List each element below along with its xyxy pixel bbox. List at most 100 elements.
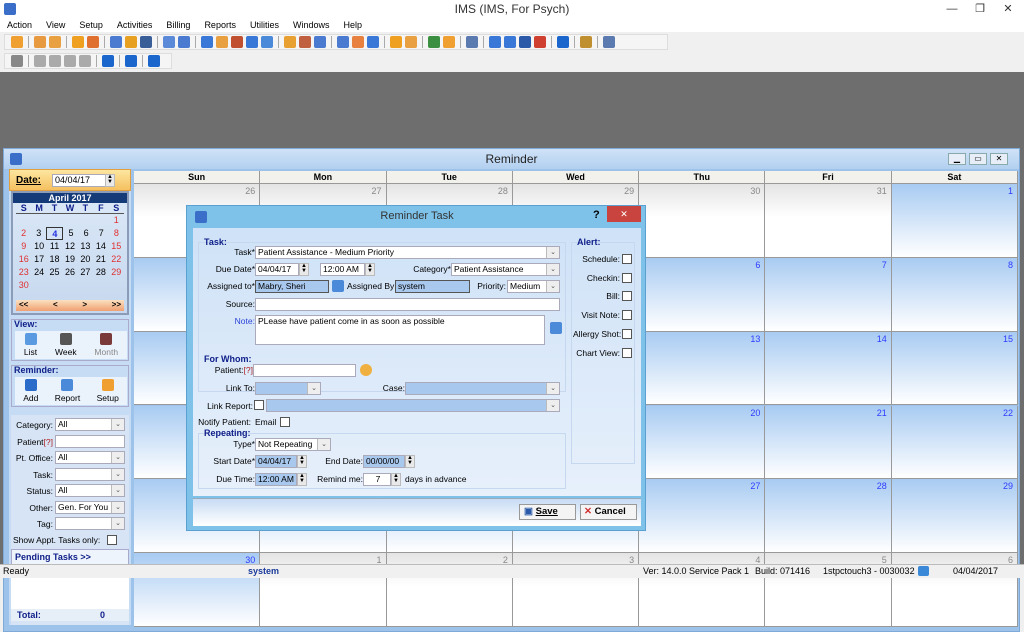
mini-cal-day[interactable]: 8 xyxy=(109,227,124,240)
chart-report-icon[interactable] xyxy=(428,36,440,48)
mini-cal-day[interactable]: 15 xyxy=(109,240,124,253)
billing-payment-icon[interactable] xyxy=(246,36,258,48)
alert-checkbox[interactable] xyxy=(622,254,632,264)
restore-button[interactable]: ❐ xyxy=(966,0,994,18)
due-time-spinner[interactable]: ▲ ▼ xyxy=(365,263,375,276)
alert-checkbox[interactable] xyxy=(622,347,632,358)
menu-setup[interactable]: Setup xyxy=(72,18,110,32)
exit-icon[interactable] xyxy=(603,36,615,48)
mini-cal-day[interactable]: 26 xyxy=(62,266,77,279)
alert-checkbox[interactable] xyxy=(622,291,632,302)
dialog-close-button[interactable]: ✕ xyxy=(607,206,641,222)
menu-billing[interactable]: Billing xyxy=(159,18,197,32)
due-time2-input[interactable]: 12:00 AM xyxy=(255,473,297,486)
calendar-day-cell[interactable]: 22 xyxy=(891,405,1018,480)
first-record-icon[interactable] xyxy=(34,55,46,67)
view-month-button[interactable]: Month xyxy=(94,331,118,359)
calendar-day-cell[interactable]: 28 xyxy=(765,479,892,554)
due-time-input[interactable]: 12:00 AM xyxy=(320,263,365,276)
refresh-doc-icon[interactable] xyxy=(489,36,501,48)
tag-filter-select[interactable]: ⌄ xyxy=(55,517,125,530)
window-restore-button[interactable]: ▭ xyxy=(969,153,987,165)
note-textarea[interactable]: PLease have patient come in as soon as p… xyxy=(255,315,545,345)
mini-cal-day[interactable]: 25 xyxy=(47,266,62,279)
menu-action[interactable]: Action xyxy=(0,18,39,32)
refresh-icon[interactable] xyxy=(102,55,114,67)
alert-checkbox[interactable] xyxy=(622,272,632,283)
menu-windows[interactable]: Windows xyxy=(286,18,337,32)
other-filter-select[interactable]: Gen. For You ⌄ xyxy=(55,500,125,514)
task-select[interactable]: Patient Assistance - Medium Priority ⌄ xyxy=(255,246,560,259)
billing-doc-icon[interactable] xyxy=(216,36,228,48)
mini-cal-day[interactable]: 6 xyxy=(79,227,94,240)
mini-cal-day[interactable]: 4 xyxy=(46,227,64,240)
window-minimize-button[interactable]: ▁ xyxy=(948,153,966,165)
calendar-day-cell[interactable]: 30 xyxy=(639,184,766,258)
date-spinner[interactable]: ▲ ▼ xyxy=(105,174,115,187)
schedule-icon[interactable] xyxy=(299,36,311,48)
assigned-to-field[interactable]: Mabry, Sheri xyxy=(255,280,329,293)
mini-cal-day[interactable]: 10 xyxy=(31,240,46,253)
calendar-day-cell[interactable]: 20 xyxy=(639,405,766,480)
calendar-day-cell[interactable]: 1 xyxy=(891,184,1018,258)
letter-icon[interactable] xyxy=(314,36,326,48)
close-button[interactable]: ✕ xyxy=(994,0,1022,18)
patient-input[interactable] xyxy=(253,364,356,377)
mini-cal-day[interactable]: 23 xyxy=(16,266,31,279)
billing-user-icon[interactable] xyxy=(261,36,273,48)
mini-cal-day[interactable]: 29 xyxy=(109,266,124,279)
prev-month-button[interactable]: < xyxy=(53,300,58,311)
link-to-select[interactable]: ⌄ xyxy=(255,382,321,395)
document-icon[interactable] xyxy=(163,36,175,48)
calendar-day-cell[interactable]: 31 xyxy=(765,184,892,258)
mini-cal-day[interactable]: 3 xyxy=(31,227,46,240)
edit-user-icon[interactable] xyxy=(87,36,99,48)
mini-cal-day[interactable]: 5 xyxy=(63,227,78,240)
due-time2-spinner[interactable]: ▲ ▼ xyxy=(297,473,307,486)
help-icon[interactable] xyxy=(557,36,569,48)
end-date-spinner[interactable]: ▲ ▼ xyxy=(405,455,415,468)
prev-year-button[interactable]: << xyxy=(19,300,28,311)
remind-days-spinner[interactable]: ▲ ▼ xyxy=(391,473,401,486)
word-icon[interactable] xyxy=(519,36,531,48)
prev-record-icon[interactable] xyxy=(49,55,61,67)
patient-icon[interactable] xyxy=(11,36,23,48)
reminder-add-button[interactable]: Add xyxy=(23,377,38,405)
calendar-day-cell[interactable]: 14 xyxy=(765,331,892,406)
mini-cal-day[interactable]: 16 xyxy=(16,253,31,266)
task-filter-select[interactable]: ⌄ xyxy=(55,467,125,481)
link-report-checkbox[interactable] xyxy=(254,400,264,410)
mini-cal-day[interactable]: 7 xyxy=(94,227,109,240)
start-date-spinner[interactable]: ▲ ▼ xyxy=(297,455,307,468)
email-checkbox[interactable] xyxy=(280,417,290,427)
next-month-button[interactable]: > xyxy=(82,300,87,311)
save-button[interactable]: ▣ Save xyxy=(519,504,576,520)
help-icon[interactable] xyxy=(125,55,137,67)
appt-only-checkbox[interactable] xyxy=(107,535,117,545)
doctor-edit-icon[interactable] xyxy=(34,36,46,48)
patient-search-icon[interactable] xyxy=(360,364,372,376)
mini-cal-day[interactable]: 18 xyxy=(47,253,62,266)
clipboard-icon[interactable] xyxy=(405,36,417,48)
mini-cal-day[interactable]: 1 xyxy=(109,214,124,227)
lab-flask-icon[interactable] xyxy=(125,36,137,48)
doctor-check-icon[interactable] xyxy=(49,36,61,48)
remind-days-input[interactable]: 7 xyxy=(363,473,391,486)
due-date-spinner[interactable]: ▲ ▼ xyxy=(299,263,309,276)
mini-cal-day[interactable]: 19 xyxy=(62,253,77,266)
billing-people-icon[interactable] xyxy=(231,36,243,48)
menu-view[interactable]: View xyxy=(39,18,72,32)
calendar-day-cell[interactable]: 29 xyxy=(891,479,1018,554)
last-record-icon[interactable] xyxy=(79,55,91,67)
lock-icon[interactable] xyxy=(580,36,592,48)
mini-cal-day[interactable]: 9 xyxy=(16,240,31,253)
start-date-input[interactable]: 04/04/17 xyxy=(255,455,297,468)
case-select[interactable]: ⌄ xyxy=(405,382,560,395)
mini-cal-day[interactable]: 11 xyxy=(47,240,62,253)
status-filter-select[interactable]: All ⌄ xyxy=(55,484,125,497)
select-user-icon[interactable] xyxy=(332,280,344,292)
mini-cal-day[interactable]: 17 xyxy=(31,253,46,266)
menu-reports[interactable]: Reports xyxy=(197,18,243,32)
view-week-button[interactable]: Week xyxy=(55,331,77,359)
calendar-day-cell[interactable]: 21 xyxy=(765,405,892,480)
